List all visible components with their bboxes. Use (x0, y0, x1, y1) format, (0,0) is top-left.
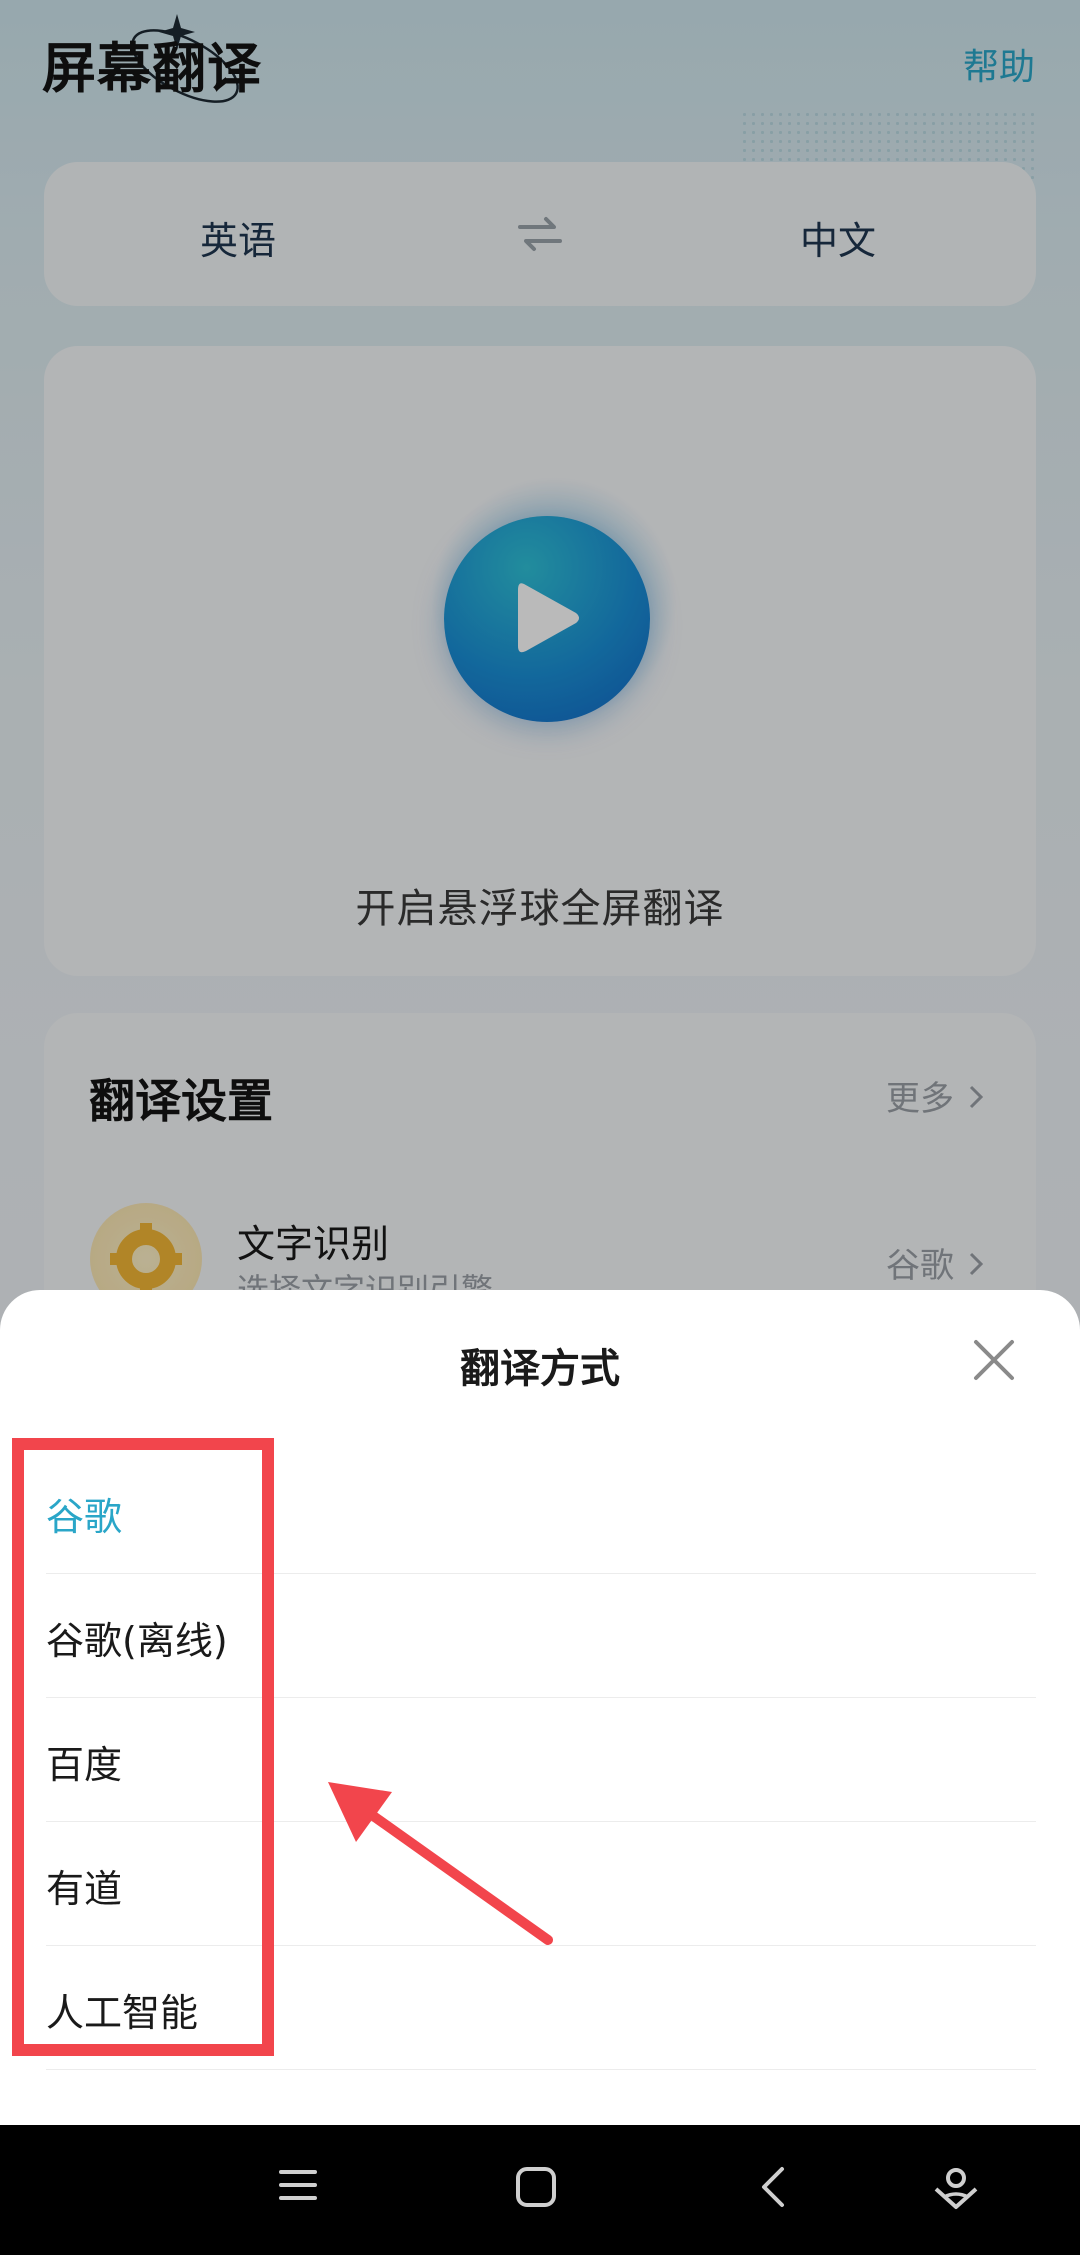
assistant-icon[interactable] (932, 2165, 980, 2213)
annotation-arrow-icon (328, 1782, 553, 1945)
annotation-highlight-box (12, 1438, 274, 2056)
app-screen: 屏幕翻译 帮助 英语 中文 开启悬浮球全屏翻译 翻译设置 更多 文字识别 谷歌 … (0, 0, 1080, 2125)
translation-method-sheet: 翻译方式 谷歌 谷歌(离线) 百度 有道 人工智能 (0, 1290, 1080, 2125)
back-icon[interactable] (758, 2165, 788, 2209)
close-icon[interactable] (972, 1338, 1016, 1382)
home-icon[interactable] (514, 2165, 558, 2209)
system-navigation-bar (0, 2125, 1080, 2255)
menu-icon[interactable] (278, 2165, 318, 2205)
sheet-title: 翻译方式 (460, 1346, 620, 1392)
